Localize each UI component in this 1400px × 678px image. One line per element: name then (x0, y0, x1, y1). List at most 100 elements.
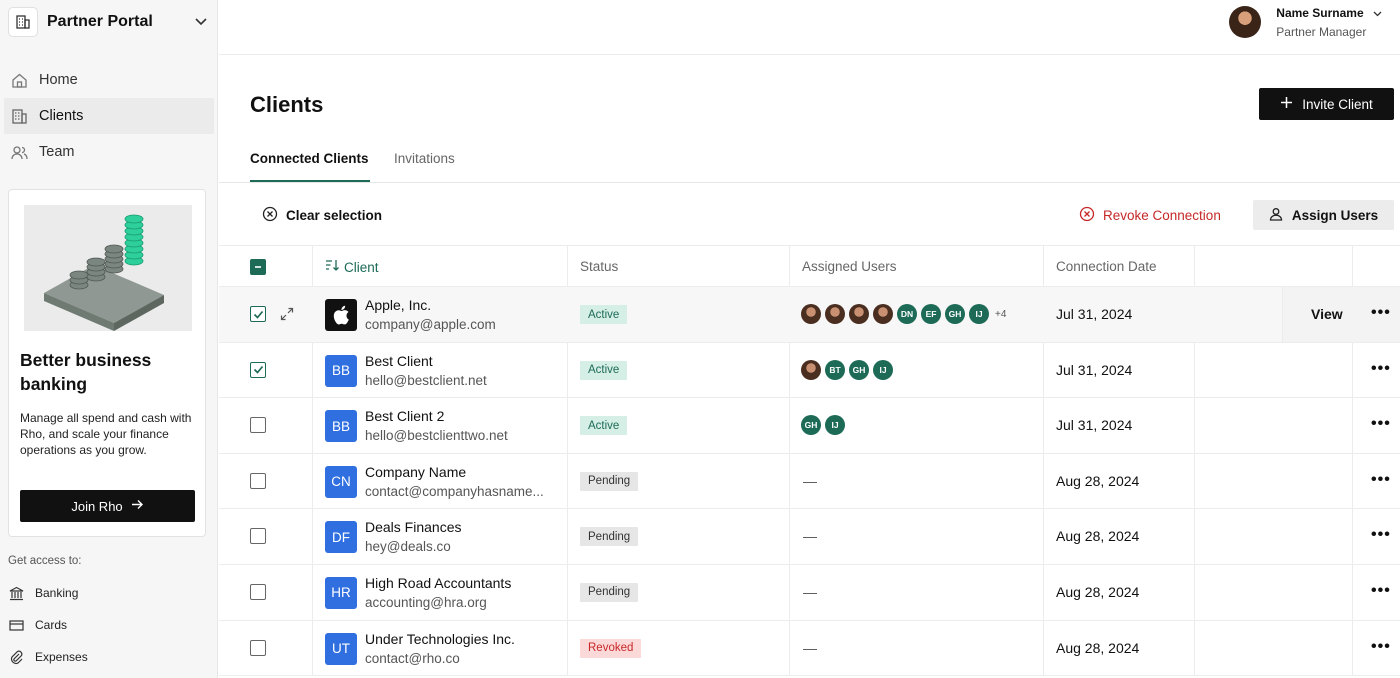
more-icon[interactable]: ••• (1371, 360, 1391, 376)
promo-card: Better business banking Manage all spend… (8, 189, 206, 537)
assigned-users[interactable]: DN EF GH IJ +4 (801, 304, 1006, 324)
user-initials-avatar: GH (849, 359, 869, 380)
arrow-right-icon (131, 498, 144, 514)
user-menu[interactable]: Name Surname Partner Manager (1229, 6, 1382, 39)
sidebar-item-home[interactable]: Home (4, 62, 214, 98)
promo-text: Manage all spend and cash with Rho, and … (20, 411, 192, 457)
sidebar-item-label: Home (39, 72, 78, 88)
building-icon (8, 7, 38, 37)
client-name[interactable]: Under Technologies Inc. (365, 631, 515, 647)
assign-users-label: Assign Users (1291, 207, 1379, 223)
table-row[interactable]: HR High Road Accountants accounting@hra.or… (219, 565, 1400, 621)
promo-title: Better business banking (20, 350, 152, 394)
connection-date: Jul 31, 2024 (1056, 417, 1133, 434)
table-row[interactable]: CN Company Name contact@companyhasname... P… (219, 454, 1400, 510)
table-row[interactable]: BB Best Client hello@bestclient.net Active B… (219, 343, 1400, 399)
card-icon (8, 617, 24, 633)
sidebar-item-clients[interactable]: Clients (4, 98, 214, 134)
client-name[interactable]: Apple, Inc. (365, 297, 431, 313)
tab-connected-clients[interactable]: Connected Clients (250, 151, 369, 166)
org-switcher[interactable]: Partner Portal (8, 6, 212, 38)
invite-client-label: Invite Client (1302, 96, 1373, 112)
avatar (801, 304, 821, 324)
client-name[interactable]: Deals Finances (365, 519, 462, 535)
more-icon[interactable]: ••• (1371, 305, 1391, 321)
no-users: — (803, 528, 817, 545)
expand-icon[interactable] (280, 307, 294, 326)
sidebar-item-team[interactable]: Team (4, 134, 214, 170)
avatar (849, 304, 869, 324)
row-checkbox[interactable] (250, 417, 266, 434)
bulk-actions-bar: Clear selection Revoke Connection Assign… (219, 184, 1400, 246)
column-header-client[interactable]: Client (325, 259, 379, 275)
table-header: Client Status Assigned Users Connection … (219, 246, 1400, 287)
status-badge: Pending (580, 471, 639, 491)
access-item-expenses[interactable]: Expenses (8, 641, 208, 673)
access-label: Get access to: (8, 555, 82, 567)
client-logo: BB (325, 410, 357, 443)
status-badge: Active (580, 305, 628, 324)
access-item-banking[interactable]: Banking (8, 577, 208, 609)
connection-date: Jul 31, 2024 (1056, 306, 1133, 322)
connection-date: Aug 28, 2024 (1056, 528, 1140, 545)
status-badge: Pending (580, 527, 639, 547)
avatar (825, 304, 845, 324)
join-rho-button[interactable]: Join Rho (20, 490, 195, 522)
building-icon (10, 107, 28, 125)
column-header-connection-date[interactable]: Connection Date (1056, 259, 1157, 274)
assigned-users[interactable]: BT GH IJ (801, 359, 893, 380)
revoke-connection-button[interactable]: Revoke Connection (1079, 206, 1221, 225)
access-item-label: Banking (35, 586, 79, 600)
table-row[interactable]: DF Deals Finances hey@deals.co Pending — Aug … (219, 509, 1400, 565)
access-item-cards[interactable]: Cards (8, 609, 208, 641)
connection-date: Aug 28, 2024 (1056, 639, 1140, 656)
status-badge: Active (580, 360, 628, 380)
more-icon[interactable]: ••• (1371, 527, 1391, 543)
user-initials-avatar: IJ (873, 359, 893, 380)
more-icon[interactable]: ••• (1371, 638, 1391, 654)
connection-date: Aug 28, 2024 (1056, 472, 1140, 489)
select-all-checkbox[interactable] (250, 259, 266, 275)
tab-invitations[interactable]: Invitations (394, 151, 455, 166)
more-icon[interactable]: ••• (1371, 416, 1391, 432)
client-name[interactable]: Best Client (365, 353, 433, 369)
more-icon[interactable]: ••• (1371, 471, 1391, 487)
client-email: contact@companyhasname... (365, 483, 544, 499)
client-name[interactable]: Company Name (365, 464, 466, 480)
close-circle-icon (1079, 206, 1095, 225)
apple-logo-icon (325, 299, 357, 331)
client-name[interactable]: High Road Accountants (365, 575, 511, 591)
user-icon (1269, 207, 1283, 224)
user-initials-avatar: BT (825, 359, 845, 380)
client-logo: HR (325, 576, 357, 609)
column-header-assigned-users[interactable]: Assigned Users (802, 259, 897, 274)
table-row[interactable]: Apple, Inc. company@apple.com Active DN EF GH… (219, 287, 1400, 343)
client-logo: BB (325, 354, 357, 387)
client-email: hello@bestclienttwo.net (365, 428, 508, 444)
clear-selection-button[interactable]: Clear selection (262, 206, 382, 225)
tab-bar: Connected Clients Invitations (219, 145, 1400, 183)
client-name[interactable]: Best Client 2 (365, 408, 444, 424)
assigned-users[interactable]: GH IJ (801, 415, 845, 436)
avatar (1229, 6, 1262, 39)
row-checkbox[interactable] (250, 528, 266, 545)
invite-client-button[interactable]: Invite Client (1259, 88, 1394, 120)
sidebar: Partner Portal Home Clients Team Better … (0, 0, 218, 678)
assign-users-button[interactable]: Assign Users (1253, 200, 1394, 230)
status-badge: Pending (580, 582, 639, 602)
table-row[interactable]: BB Best Client 2 hello@bestclienttwo.net Ac… (219, 398, 1400, 454)
status-badge: Revoked (580, 638, 642, 658)
user-initials-avatar: IJ (969, 304, 989, 324)
view-button[interactable]: View (1311, 306, 1343, 322)
row-checkbox[interactable] (250, 361, 266, 378)
revoke-connection-label: Revoke Connection (1103, 208, 1221, 223)
row-checkbox[interactable] (250, 639, 266, 656)
row-checkbox[interactable] (250, 472, 266, 489)
more-icon[interactable]: ••• (1371, 582, 1391, 598)
column-header-status[interactable]: Status (580, 259, 618, 274)
avatar (801, 359, 821, 380)
user-role: Partner Manager (1276, 24, 1367, 39)
table-row[interactable]: UT Under Technologies Inc. contact@rho.co R… (219, 621, 1400, 677)
row-checkbox[interactable] (250, 583, 266, 600)
row-checkbox[interactable] (250, 306, 266, 322)
